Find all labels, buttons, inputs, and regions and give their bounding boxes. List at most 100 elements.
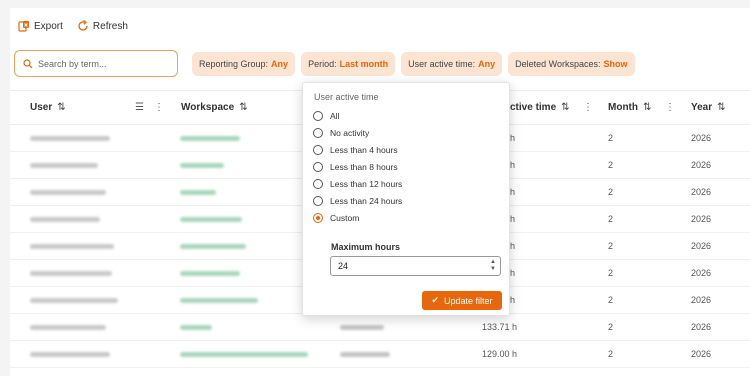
option-no-activity[interactable]: No activity <box>313 128 369 138</box>
sort-icon[interactable]: ⇅ <box>643 102 651 113</box>
chip-label: User active time: <box>408 58 476 69</box>
year-cell: 2026 <box>691 241 712 251</box>
user-cell <box>30 325 106 330</box>
stepper[interactable]: ▲ ▼ <box>490 259 496 273</box>
user-cell <box>30 136 110 141</box>
option-less-than-24-hours[interactable]: Less than 24 hours <box>313 196 402 206</box>
refresh-icon <box>78 20 88 31</box>
column-label: Month <box>608 102 638 113</box>
workspace-cell <box>180 271 240 276</box>
month-cell: 2 <box>608 241 614 251</box>
more-icon[interactable]: ⋮ <box>665 102 675 113</box>
column-header-month[interactable]: Month ⇅ <box>608 102 651 113</box>
dropdown-title: User active time <box>314 92 379 102</box>
toolbar: Export Refresh <box>18 20 128 32</box>
option-less-than-12-hours[interactable]: Less than 12 hours <box>313 179 402 189</box>
sort-icon[interactable]: ⇅ <box>57 102 65 113</box>
year-cell: 2026 <box>691 322 712 332</box>
active-time-cell: h <box>510 268 516 278</box>
radio-icon <box>313 111 323 121</box>
refresh-button[interactable]: Refresh <box>77 20 128 32</box>
column-header-active-time[interactable]: ctive time ⇅ <box>510 102 570 113</box>
active-time-cell: 133.71 h <box>482 322 518 332</box>
option-label: No activity <box>330 128 370 138</box>
active-time-cell: h <box>510 133 516 143</box>
workspace-cell <box>180 217 242 222</box>
active-time-cell: h <box>510 214 516 224</box>
month-cell: 2 <box>608 133 614 143</box>
user-cell <box>30 244 114 249</box>
export-button[interactable]: Export <box>18 20 63 32</box>
chip-label: Reporting Group: <box>199 58 269 69</box>
year-cell: 2026 <box>691 295 712 305</box>
filter-icon[interactable]: ☰ <box>135 102 144 113</box>
refresh-label: Refresh <box>92 20 128 32</box>
max-hours-input[interactable]: 24 ▲ ▼ <box>330 256 501 276</box>
active-time-cell: h <box>510 160 516 170</box>
chip-label: Period: <box>308 58 337 69</box>
workspace-cell <box>180 298 258 303</box>
max-hours-value: 24 <box>338 261 349 271</box>
year-cell: 2026 <box>691 349 712 359</box>
more-icon[interactable]: ⋮ <box>154 102 164 113</box>
filter-bar: Reporting Group: Any Period: Last month … <box>14 50 635 77</box>
filter-chip-period[interactable]: Period: Last month <box>301 51 396 76</box>
chip-value: Any <box>271 58 289 69</box>
option-less-than-8-hours[interactable]: Less than 8 hours <box>313 162 398 172</box>
option-custom[interactable]: Custom <box>313 213 359 223</box>
radio-icon <box>313 162 323 172</box>
option-label: All <box>330 111 340 121</box>
active-time-cell: h <box>510 295 516 305</box>
filter-chip-reporting-group[interactable]: Reporting Group: Any <box>192 51 296 76</box>
year-cell: 2026 <box>691 214 712 224</box>
table-row[interactable]: 129.00 h 2 2026 <box>10 341 750 368</box>
workspace-cell <box>180 163 224 168</box>
chevron-down-icon[interactable]: ▼ <box>490 266 496 273</box>
chip-value: Last month <box>339 58 389 69</box>
sort-icon[interactable]: ⇅ <box>717 102 725 113</box>
filter-chip-user-active-time[interactable]: User active time: Any <box>401 51 503 76</box>
user-cell <box>30 217 100 222</box>
sort-icon[interactable]: ⇅ <box>239 102 247 113</box>
blurred-cell <box>340 352 390 357</box>
column-label: ctive time <box>510 102 557 113</box>
export-icon <box>18 21 29 32</box>
chip-label: Deleted Workspaces: <box>515 58 601 69</box>
user-cell <box>30 352 110 357</box>
year-cell: 2026 <box>691 160 712 170</box>
column-tools-active-time: ⋮ <box>583 102 593 113</box>
option-less-than-4-hours[interactable]: Less than 4 hours <box>313 145 398 155</box>
month-cell: 2 <box>608 295 614 305</box>
column-header-user[interactable]: User ⇅ <box>30 102 66 113</box>
column-tools-user: ☰ ⋮ <box>135 102 164 113</box>
column-header-workspace[interactable]: Workspace ⇅ <box>181 102 248 113</box>
option-all[interactable]: All <box>313 111 339 121</box>
active-time-cell: h <box>510 241 516 251</box>
more-icon[interactable]: ⋮ <box>583 102 593 113</box>
search-icon <box>23 58 33 68</box>
column-tools-month: ⋮ <box>665 102 675 113</box>
sort-icon[interactable]: ⇅ <box>561 102 569 113</box>
export-label: Export <box>34 20 63 32</box>
workspace-cell <box>180 352 308 357</box>
year-cell: 2026 <box>691 268 712 278</box>
user-cell <box>30 298 118 303</box>
user-cell <box>30 271 112 276</box>
chevron-up-icon[interactable]: ▲ <box>490 259 496 266</box>
month-cell: 2 <box>608 160 614 170</box>
option-label: Less than 8 hours <box>330 162 398 172</box>
workspace-cell <box>180 325 212 330</box>
max-hours-label: Maximum hours <box>331 242 401 252</box>
filter-chip-deleted-workspaces[interactable]: Deleted Workspaces: Show <box>508 51 635 76</box>
update-filter-button[interactable]: ✔ Update filter <box>422 291 502 310</box>
search-input[interactable] <box>38 58 168 69</box>
page: Export Refresh Reporting Group: Any Peri… <box>0 0 750 376</box>
column-header-year[interactable]: Year ⇅ <box>691 102 726 113</box>
column-label: Year <box>691 102 713 113</box>
search-box[interactable] <box>14 50 178 77</box>
option-label: Less than 12 hours <box>330 179 403 189</box>
month-cell: 2 <box>608 187 614 197</box>
table-row[interactable]: 133.71 h 2 2026 <box>10 314 750 341</box>
chip-value: Show <box>603 58 628 69</box>
active-time-cell: 129.00 h <box>482 349 518 359</box>
